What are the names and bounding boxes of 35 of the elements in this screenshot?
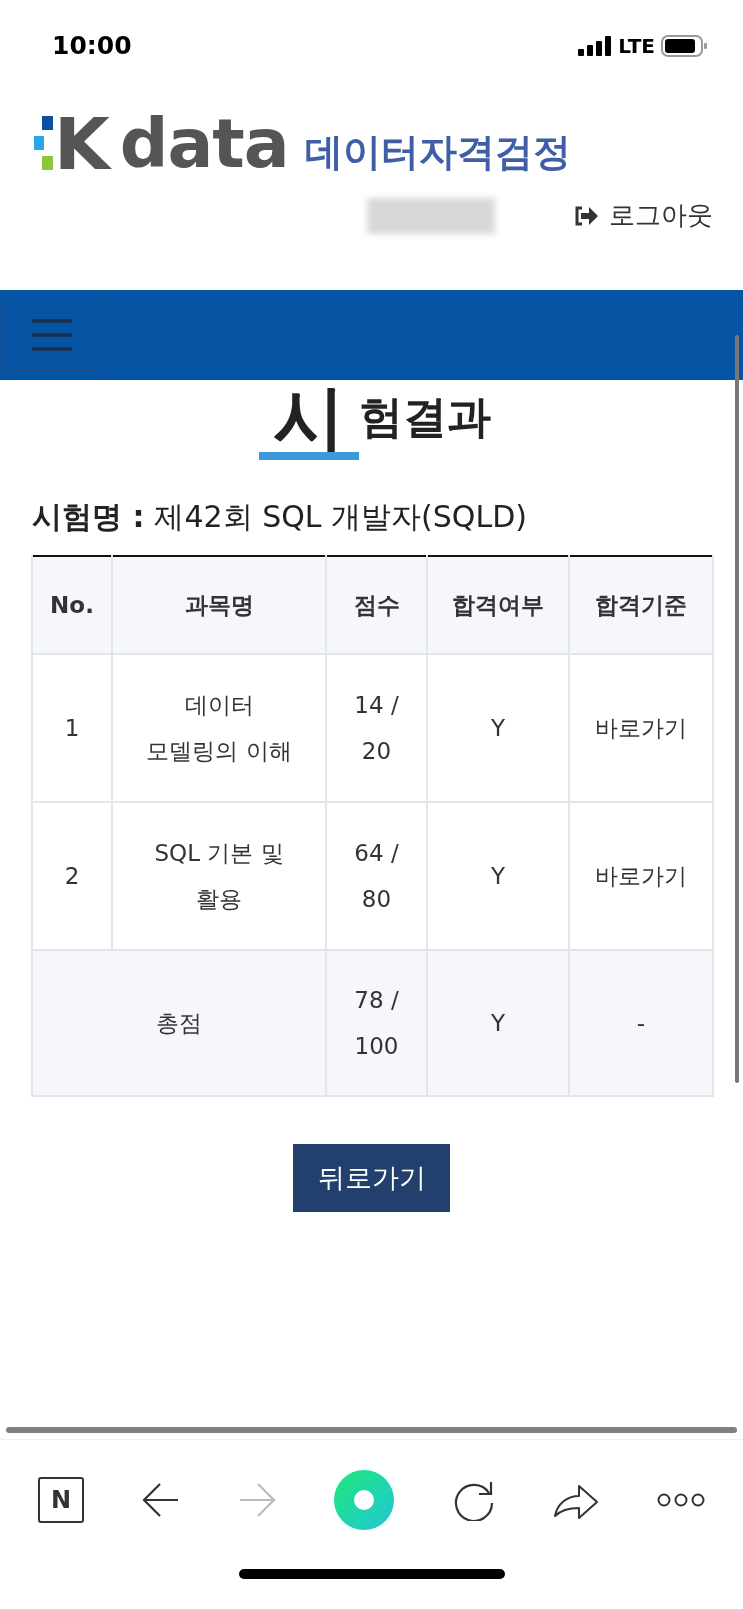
table-cell: Y bbox=[427, 654, 569, 802]
menu-icon bbox=[30, 318, 74, 352]
exam-label: 시험명 : bbox=[32, 498, 145, 536]
criteria-link[interactable]: 바로가기 bbox=[595, 714, 687, 741]
table-cell: 1 bbox=[32, 654, 112, 802]
logo-squares-icon bbox=[34, 116, 56, 172]
back-arrow-icon[interactable] bbox=[142, 1481, 181, 1518]
logout-icon bbox=[573, 204, 599, 227]
page-title-initial: 시 bbox=[272, 382, 345, 454]
column-header: 점수 bbox=[326, 556, 427, 654]
criteria-link[interactable]: 바로가기 bbox=[595, 862, 687, 889]
logo-subtitle: 데이터자격검정 bbox=[304, 130, 571, 174]
logout-link[interactable]: 로그아웃 bbox=[573, 196, 713, 235]
column-header: 합격여부 bbox=[427, 556, 569, 654]
battery-icon bbox=[661, 35, 707, 57]
logo-word: data bbox=[119, 114, 289, 174]
back-button[interactable]: 뒤로가기 bbox=[293, 1144, 450, 1212]
table-cell: 2 bbox=[32, 802, 112, 950]
page-title: 험결과 bbox=[358, 392, 491, 442]
exam-name: 제42회 SQL 개발자(SQLD) bbox=[154, 498, 527, 536]
column-header: 합격기준 bbox=[569, 556, 713, 654]
table-cell: Y bbox=[427, 950, 569, 1096]
naver-button[interactable]: N bbox=[38, 1476, 84, 1523]
table-cell: 총점 bbox=[32, 950, 326, 1096]
column-header: 과목명 bbox=[112, 556, 326, 654]
table-cell: - bbox=[569, 950, 713, 1096]
column-header: No. bbox=[32, 556, 112, 654]
logo-mark: K bbox=[54, 114, 110, 174]
signal-icon bbox=[578, 36, 613, 56]
table-cell: 78 / 100 bbox=[326, 950, 427, 1096]
status-time: 10:00 bbox=[52, 30, 132, 63]
more-icon[interactable] bbox=[656, 1492, 705, 1507]
network-label: LTE bbox=[618, 33, 655, 60]
table-cell: 데이터 모델링의 이해 bbox=[112, 654, 326, 802]
table-cell: 14 / 20 bbox=[326, 654, 427, 802]
